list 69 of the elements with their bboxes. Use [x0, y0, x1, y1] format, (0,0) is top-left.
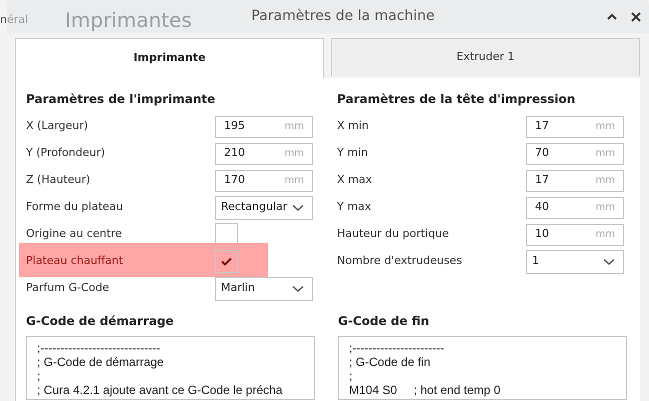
background-tab-label: néral: [0, 12, 30, 28]
field-label: Plateau chauffant: [26, 253, 124, 270]
dropdown[interactable]: 1: [526, 250, 624, 274]
unit-label: mm: [596, 228, 615, 242]
dropdown-value: 1: [532, 253, 539, 270]
number-field[interactable]: 170 mm: [215, 170, 313, 192]
unit-label: mm: [284, 174, 304, 188]
number-field[interactable]: 210 mm: [215, 142, 313, 164]
window-title: Paramètres de la machine: [251, 7, 435, 26]
checkbox[interactable]: [215, 250, 238, 273]
collapse-icon[interactable]: [607, 13, 617, 20]
number-field[interactable]: 40 mm: [526, 196, 624, 218]
gcode-line: ; Cura 4.2.1 ajoute avant ce G-Code le précha: [37, 383, 284, 397]
number-field[interactable]: 10 mm: [526, 224, 624, 246]
section-heading: G-Code de fin: [338, 313, 430, 330]
chevron-down-icon: [603, 258, 615, 266]
field-value: 17: [535, 172, 549, 188]
section-heading: Paramètres de la tête d'impression: [337, 91, 576, 108]
number-field[interactable]: 70 mm: [526, 142, 624, 164]
gcode-line: ;: [349, 369, 354, 383]
check-icon: [221, 257, 232, 266]
unit-label: mm: [284, 120, 304, 134]
dropdown[interactable]: Rectangular: [215, 196, 313, 220]
gcode-line: ;------------------------------: [37, 341, 162, 355]
unit-label: mm: [284, 147, 304, 161]
gcode-line: ;-----------------------: [349, 341, 446, 355]
gcode-line: ;: [37, 369, 42, 383]
unit-label: mm: [596, 174, 615, 188]
gcode-text-area[interactable]: ;----------------------- ; G-Code de fin ; M104 S0 ; hot end temp 0: [338, 336, 627, 400]
field-label: Z (Hauteur): [26, 172, 92, 188]
field-value: 10: [535, 226, 549, 242]
field-label: Y max: [337, 199, 372, 216]
gcode-line: ; G-Code de démarrage: [37, 355, 165, 369]
field-label: Hauteur du portique: [337, 226, 450, 242]
section-heading: G-Code de démarrage: [26, 313, 175, 330]
field-value: 40: [535, 199, 549, 216]
field-value: 195: [224, 118, 245, 134]
field-value: 170: [224, 172, 245, 188]
background-title: Imprimantes: [65, 8, 192, 32]
gcode-line: M104 S0 ; hot end temp 0: [349, 383, 502, 397]
field-value: 70: [535, 145, 549, 162]
field-label: X min: [337, 118, 370, 134]
field-label: Y (Profondeur): [26, 145, 106, 162]
chevron-down-icon: [292, 204, 304, 212]
unit-label: mm: [596, 147, 615, 161]
section-heading: Paramètres de l'imprimante: [26, 91, 216, 108]
unit-label: mm: [596, 120, 615, 134]
field-label: Y min: [337, 145, 369, 162]
field-label: Nombre d'extrudeuses: [337, 253, 464, 270]
dropdown-value: Marlin: [221, 280, 255, 296]
dropdown-value: Rectangular: [221, 199, 288, 216]
gcode-text-area[interactable]: ;------------------------------ ; G-Code de démarrage ; ; Cura 4.2.1 ajoute avant ce G-Code le précha: [26, 336, 315, 400]
number-field[interactable]: 195 mm: [215, 116, 313, 138]
chevron-down-icon: [292, 284, 304, 292]
field-label: Origine au centre: [26, 226, 123, 242]
number-field[interactable]: 17 mm: [526, 170, 624, 192]
field-label: Forme du plateau: [26, 199, 124, 216]
tab[interactable]: Imprimante: [15, 38, 324, 78]
gcode-line: ; G-Code de fin: [349, 355, 432, 369]
field-label: X (Largeur): [26, 118, 90, 134]
field-label: X max: [337, 172, 373, 188]
unit-label: mm: [596, 201, 615, 215]
number-field[interactable]: 17 mm: [526, 116, 624, 138]
field-label: Parfum G-Code: [26, 280, 110, 296]
field-value: 210: [224, 145, 245, 162]
tab[interactable]: Extruder 1: [331, 38, 640, 76]
dropdown[interactable]: Marlin: [215, 276, 313, 300]
close-icon[interactable]: [631, 12, 641, 22]
field-value: 17: [535, 118, 549, 134]
